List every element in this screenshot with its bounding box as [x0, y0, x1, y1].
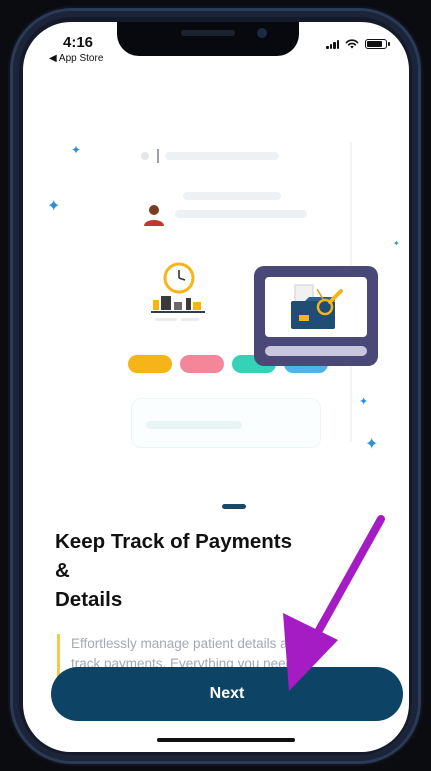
sparkle-icon: ✦ [47, 196, 61, 215]
placeholder-dot [141, 152, 149, 160]
description-accent-bar [57, 634, 60, 678]
page-indicator-active [222, 504, 246, 509]
title-line: Keep Track of Payments [55, 530, 292, 553]
color-pill [180, 355, 224, 373]
folder-icon [291, 284, 343, 329]
sparkle-icon: ✦ [393, 239, 400, 248]
title-line: Details [55, 588, 123, 611]
placeholder-line [183, 192, 281, 200]
placeholder-line [165, 152, 279, 160]
user-avatar-icon [144, 205, 164, 226]
description-line: Effortlessly manage patient details and [71, 636, 303, 651]
placeholder-card [131, 398, 321, 448]
text-cursor [157, 149, 159, 163]
home-indicator[interactable] [157, 738, 295, 742]
sparkle-icon: ✦ [71, 143, 82, 157]
onboarding-title: Keep Track of Payments & Details [55, 527, 385, 614]
folder-card [254, 266, 378, 366]
folder-panel [265, 277, 367, 337]
device-stage: 4:16 ◀ App Store ✦ ✦ ✦ ✦ ✦ Keep Track of… [0, 0, 431, 771]
color-pill [128, 355, 172, 373]
onboarding-illustration: ✦ ✦ ✦ ✦ ✦ [23, 22, 409, 492]
placeholder-line [175, 210, 307, 218]
sparkle-icon: ✦ [359, 395, 369, 408]
next-button[interactable]: Next [51, 667, 403, 721]
folder-caption-bar [265, 346, 367, 356]
clock-icon [151, 262, 205, 321]
app-screen: 4:16 ◀ App Store ✦ ✦ ✦ ✦ ✦ Keep Track of… [23, 22, 409, 752]
title-line: & [55, 559, 70, 582]
sparkle-icon: ✦ [365, 434, 379, 453]
